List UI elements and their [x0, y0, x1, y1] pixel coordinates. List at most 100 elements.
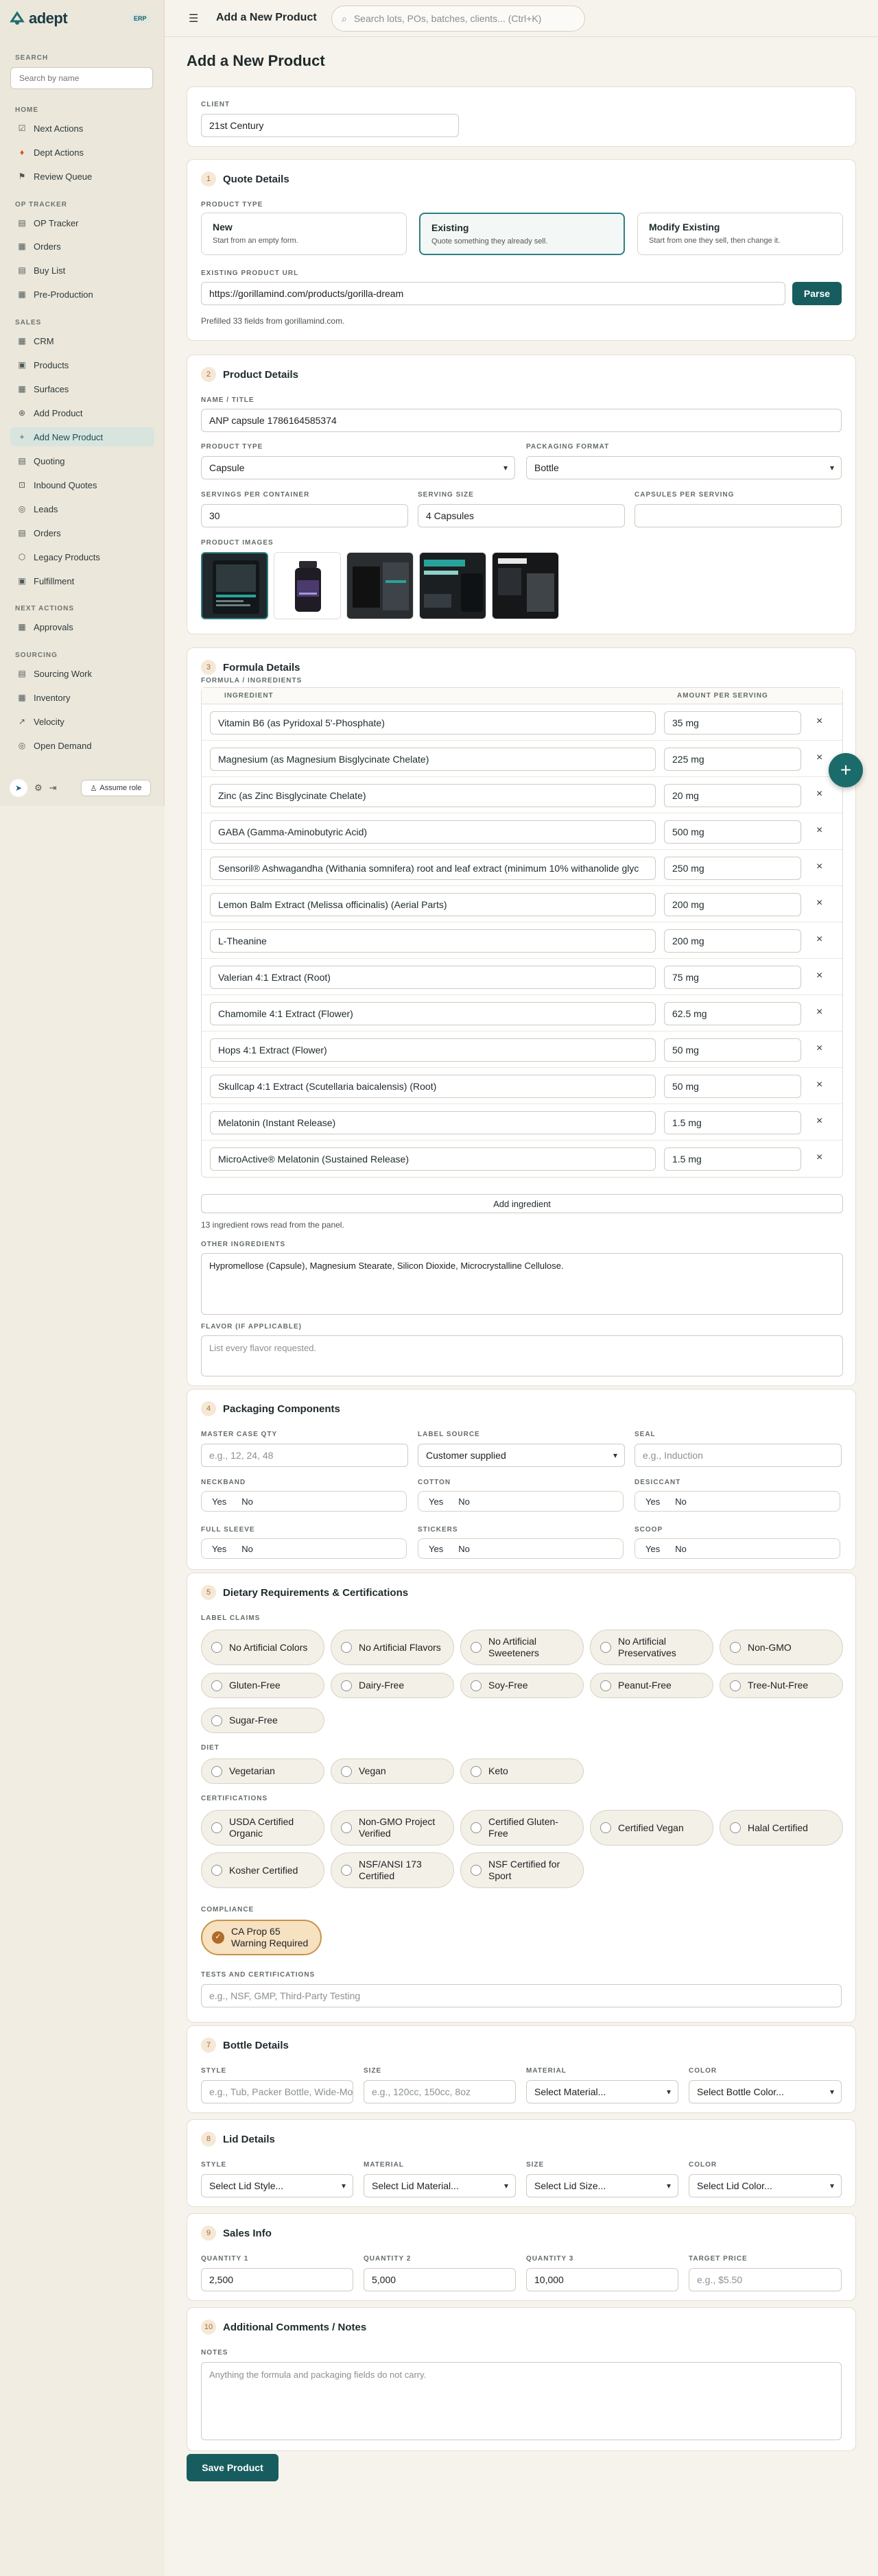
sidebar-item-leads[interactable]: ◎ Leads	[10, 499, 154, 518]
ingredient-amount-input[interactable]: 200 mg	[664, 929, 801, 953]
name-input[interactable]: ANP capsule 1786164585374	[201, 409, 842, 432]
product-image-thumb[interactable]	[492, 552, 559, 619]
sidebar-item-buy-list[interactable]: ▤ Buy List	[10, 261, 154, 280]
sidebar-item-velocity[interactable]: ↗ Velocity	[10, 712, 154, 731]
sidebar-item-next-actions[interactable]: ☑ Next Actions	[10, 119, 154, 138]
claims-option[interactable]: No Artificial Flavors	[331, 1630, 454, 1665]
sidebar-item-fulfillment[interactable]: ▣ Fulfillment	[10, 571, 154, 591]
ingredient-amount-input[interactable]: 62.5 mg	[664, 1002, 801, 1025]
quantity1-input[interactable]: 2,500	[201, 2268, 353, 2291]
ingredient-amount-input[interactable]: 1.5 mg	[664, 1147, 801, 1171]
remove-ingredient-icon[interactable]: ×	[816, 897, 822, 909]
product-image-thumb[interactable]	[419, 552, 486, 619]
no-option[interactable]: No	[241, 1544, 253, 1554]
product-type-existing[interactable]: Existing Quote something they already sel…	[419, 213, 625, 255]
ingredient-name-input[interactable]: Magnesium (as Magnesium Bisglycinate Che…	[210, 748, 656, 771]
desiccant-toggle[interactable]: Yes No	[634, 1491, 840, 1512]
ingredient-amount-input[interactable]: 50 mg	[664, 1075, 801, 1098]
remove-ingredient-icon[interactable]: ×	[816, 715, 822, 728]
ingredient-name-input[interactable]: Vitamin B6 (as Pyridoxal 5'-Phosphate)	[210, 711, 656, 735]
diet-option[interactable]: Vegan	[331, 1758, 454, 1784]
no-option[interactable]: No	[458, 1544, 470, 1554]
claims-option[interactable]: Peanut-Free	[590, 1673, 713, 1698]
remove-ingredient-icon[interactable]: ×	[816, 788, 822, 800]
sidebar-item-inventory[interactable]: ▦ Inventory	[10, 688, 154, 707]
sidebar-item-sourcing-work[interactable]: ▤ Sourcing Work	[10, 664, 154, 683]
quantity2-input[interactable]: 5,000	[364, 2268, 516, 2291]
product-type-modify-existing[interactable]: Modify Existing Start from one they sell,…	[637, 213, 843, 255]
no-option[interactable]: No	[675, 1496, 687, 1507]
remove-ingredient-icon[interactable]: ×	[816, 1006, 822, 1018]
claims-option[interactable]: Sugar-Free	[201, 1708, 324, 1733]
tests-input[interactable]: e.g., NSF, GMP, Third-Party Testing	[201, 1984, 842, 2007]
claims-option[interactable]: Gluten-Free	[201, 1673, 324, 1698]
stickers-toggle[interactable]: Yes No	[418, 1538, 624, 1559]
diet-option[interactable]: Vegetarian	[201, 1758, 324, 1784]
sidebar-item-pre-production[interactable]: ▦ Pre-Production	[10, 285, 154, 304]
yes-option[interactable]: Yes	[429, 1496, 443, 1507]
remove-ingredient-icon[interactable]: ×	[816, 752, 822, 764]
ingredient-name-input[interactable]: Valerian 4:1 Extract (Root)	[210, 966, 656, 989]
ingredient-name-input[interactable]: Chamomile 4:1 Extract (Flower)	[210, 1002, 656, 1025]
lid-size-select[interactable]: Select Lid Size...	[526, 2174, 678, 2197]
sidebar-item-add-product[interactable]: ⊕ Add Product	[10, 403, 154, 422]
ingredient-name-input[interactable]: Skullcap 4:1 Extract (Scutellaria baical…	[210, 1075, 656, 1098]
claims-option[interactable]: Tree-Nut-Free	[720, 1673, 843, 1698]
ingredient-name-input[interactable]: MicroActive® Melatonin (Sustained Releas…	[210, 1147, 656, 1171]
serving-size-input[interactable]: 4 Capsules	[418, 504, 625, 527]
remove-ingredient-icon[interactable]: ×	[816, 1115, 822, 1128]
remove-ingredient-icon[interactable]: ×	[816, 824, 822, 837]
certs-option[interactable]: Certified Gluten-Free	[460, 1810, 584, 1846]
bird-logo-icon[interactable]: ➤	[10, 779, 27, 797]
sidebar-item-crm[interactable]: ▦ CRM	[10, 331, 154, 350]
ingredient-name-input[interactable]: Sensoril® Ashwagandha (Withania somnifer…	[210, 857, 656, 880]
ingredient-amount-input[interactable]: 75 mg	[664, 966, 801, 989]
remove-ingredient-icon[interactable]: ×	[816, 1079, 822, 1091]
ingredient-name-input[interactable]: Lemon Balm Extract (Melissa officinalis)…	[210, 893, 656, 916]
seal-input[interactable]: e.g., Induction	[634, 1444, 842, 1467]
product-image-thumb[interactable]	[346, 552, 414, 619]
settings-icon[interactable]: ⚙	[34, 783, 43, 794]
master-case-input[interactable]: e.g., 12, 24, 48	[201, 1444, 408, 1467]
sidebar-search-input[interactable]	[10, 67, 153, 89]
product-type-new[interactable]: New Start from an empty form.	[201, 213, 407, 255]
remove-ingredient-icon[interactable]: ×	[816, 1152, 822, 1164]
certs-option[interactable]: Certified Vegan	[590, 1810, 713, 1846]
no-option[interactable]: No	[458, 1496, 470, 1507]
packaging-format-select[interactable]: Bottle	[526, 456, 842, 479]
claims-option[interactable]: Dairy-Free	[331, 1673, 454, 1698]
sidebar-item-dept-actions[interactable]: ♦ Dept Actions	[10, 143, 154, 162]
bottle-style-input[interactable]: e.g., Tub, Packer Bottle, Wide-Mouth	[201, 2080, 353, 2103]
servings-input[interactable]: 30	[201, 504, 408, 527]
full-sleeve-toggle[interactable]: Yes No	[201, 1538, 407, 1559]
yes-option[interactable]: Yes	[645, 1496, 660, 1507]
ingredient-amount-input[interactable]: 50 mg	[664, 1038, 801, 1062]
yes-option[interactable]: Yes	[212, 1544, 226, 1554]
save-product-button[interactable]: Save Product	[187, 2454, 278, 2481]
sidebar-item-approvals[interactable]: ▦ Approvals	[10, 617, 154, 636]
other-ingredients-textarea[interactable]: Hypromellose (Capsule), Magnesium Steara…	[201, 1253, 843, 1315]
bottle-size-input[interactable]: e.g., 120cc, 150cc, 8oz	[364, 2080, 516, 2103]
cotton-toggle[interactable]: Yes No	[418, 1491, 624, 1512]
client-field[interactable]: 21st Century	[201, 114, 459, 137]
ca-prop65-option[interactable]: ✓ CA Prop 65 Warning Required	[201, 1920, 322, 1955]
flavor-textarea[interactable]: List every flavor requested.	[201, 1335, 843, 1376]
global-search-input[interactable]: ⌕ Search lots, POs, batches, clients... …	[331, 5, 585, 32]
bottle-material-select[interactable]: Select Material...	[526, 2080, 678, 2103]
sidebar-item-products[interactable]: ▣ Products	[10, 355, 154, 374]
scoop-toggle[interactable]: Yes No	[634, 1538, 840, 1559]
certs-option[interactable]: Kosher Certified	[201, 1852, 324, 1888]
target-price-input[interactable]: e.g., $5.50	[689, 2268, 842, 2291]
parse-button[interactable]: Parse	[792, 282, 842, 305]
capsules-per-serving-input[interactable]	[634, 504, 842, 527]
claims-option[interactable]: No Artificial Colors	[201, 1630, 324, 1665]
sidebar-item-legacy-products[interactable]: ⬡ Legacy Products	[10, 547, 154, 567]
no-option[interactable]: No	[241, 1496, 253, 1507]
floating-add-button[interactable]: +	[829, 753, 863, 787]
ingredient-name-input[interactable]: Melatonin (Instant Release)	[210, 1111, 656, 1134]
yes-option[interactable]: Yes	[645, 1544, 660, 1554]
certs-option[interactable]: Non-GMO Project Verified	[331, 1810, 454, 1846]
ingredient-amount-input[interactable]: 35 mg	[664, 711, 801, 735]
ingredient-amount-input[interactable]: 1.5 mg	[664, 1111, 801, 1134]
sidebar-item-review-queue[interactable]: ⚑ Review Queue	[10, 167, 154, 186]
